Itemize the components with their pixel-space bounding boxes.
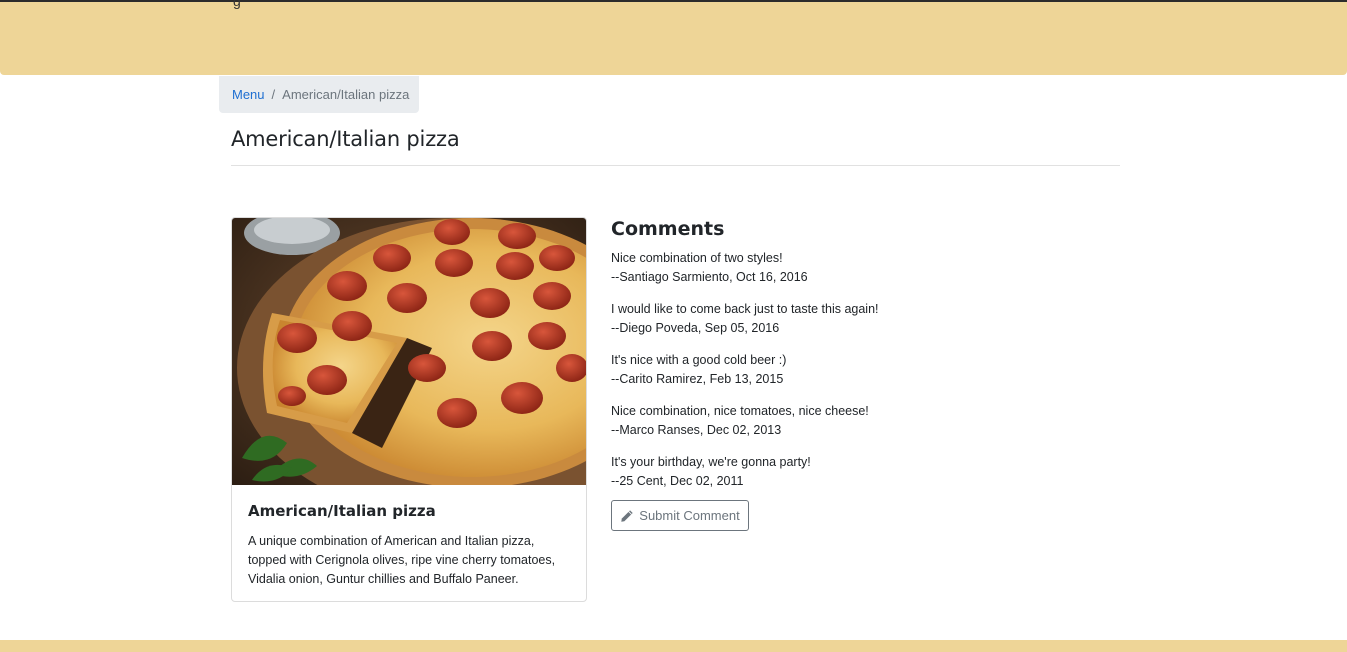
comment-text: Nice combination, nice tomatoes, nice ch… bbox=[611, 404, 869, 418]
header-banner: g bbox=[0, 0, 1347, 75]
dish-description: A unique combination of American and Ita… bbox=[248, 534, 556, 586]
header-clipped-text: g bbox=[233, 0, 241, 9]
breadcrumb-current: American/Italian pizza bbox=[282, 87, 410, 102]
comment-byline: --Santiago Sarmiento, Oct 16, 2016 bbox=[611, 270, 808, 284]
footer-banner bbox=[0, 640, 1347, 652]
comment-byline: --25 Cent, Dec 02, 2011 bbox=[611, 474, 744, 488]
comment-item: It's your birthday, we're gonna party! -… bbox=[611, 453, 1111, 491]
comment-text: It's your birthday, we're gonna party! bbox=[611, 455, 811, 469]
comment-text: I would like to come back just to taste … bbox=[611, 302, 879, 316]
pizza-image bbox=[232, 218, 586, 485]
comment-item: I would like to come back just to taste … bbox=[611, 300, 1111, 338]
dish-name: American/Italian pizza bbox=[248, 502, 436, 520]
comment-item: Nice combination, nice tomatoes, nice ch… bbox=[611, 402, 1111, 440]
title-divider bbox=[231, 165, 1120, 166]
breadcrumb: Menu / American/Italian pizza bbox=[219, 76, 419, 113]
dish-card: American/Italian pizza A unique combinat… bbox=[231, 217, 587, 602]
page-title: American/Italian pizza bbox=[231, 127, 460, 151]
comment-text: It's nice with a good cold beer :) bbox=[611, 353, 787, 367]
breadcrumb-menu-link[interactable]: Menu bbox=[232, 87, 265, 102]
comment-text: Nice combination of two styles! bbox=[611, 251, 783, 265]
submit-comment-button[interactable]: Submit Comment bbox=[611, 500, 749, 531]
comment-byline: --Marco Ranses, Dec 02, 2013 bbox=[611, 423, 782, 437]
breadcrumb-separator: / bbox=[271, 87, 276, 102]
pencil-icon bbox=[621, 509, 633, 522]
comment-byline: --Diego Poveda, Sep 05, 2016 bbox=[611, 321, 780, 335]
comment-item: Nice combination of two styles! --Santia… bbox=[611, 249, 1111, 287]
comment-byline: --Carito Ramirez, Feb 13, 2015 bbox=[611, 372, 784, 386]
comments-heading: Comments bbox=[611, 218, 725, 240]
submit-comment-label: Submit Comment bbox=[639, 508, 740, 523]
comment-item: It's nice with a good cold beer :) --Car… bbox=[611, 351, 1111, 389]
comments-section: Comments Nice combination of two styles!… bbox=[611, 218, 1111, 504]
